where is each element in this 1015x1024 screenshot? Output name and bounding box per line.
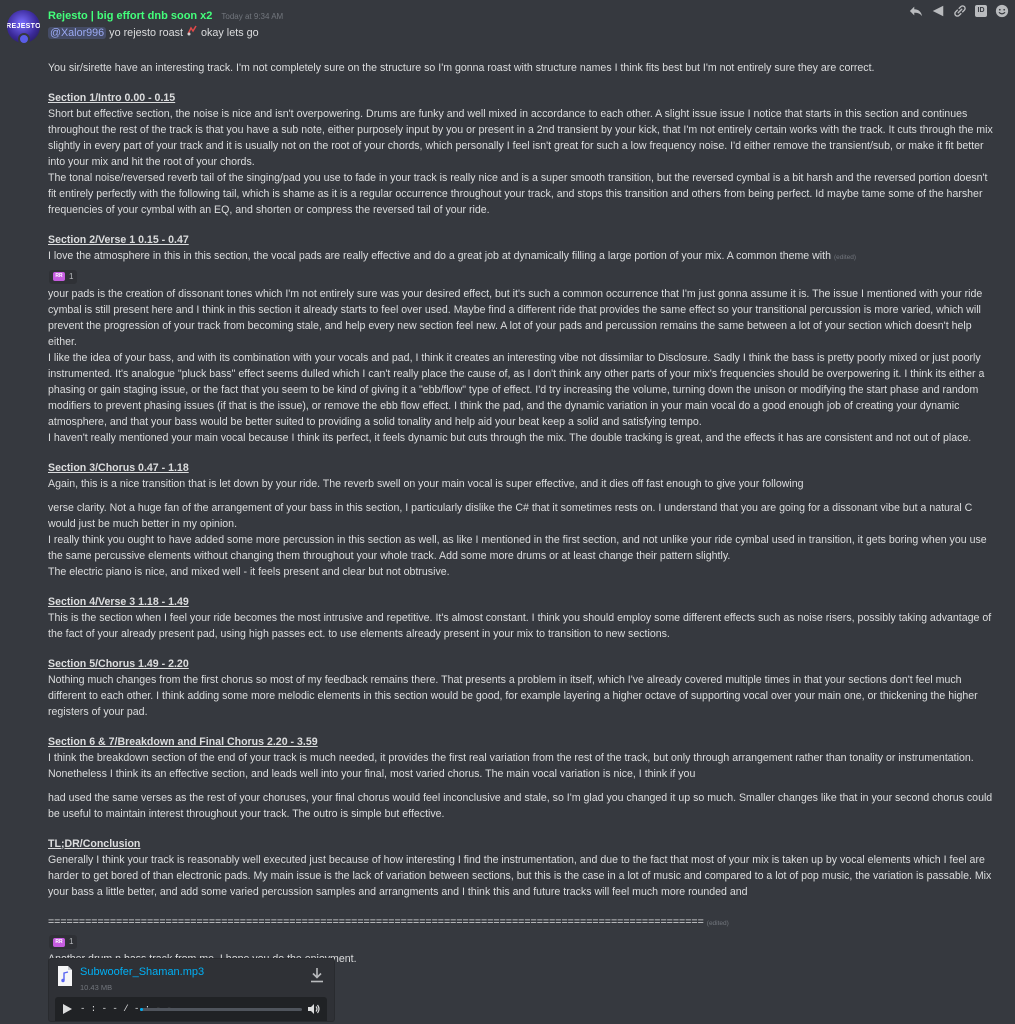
reply-text-tail: okay lets go <box>198 27 259 39</box>
section-4-paragraph: This is the section when I feel your rid… <box>48 611 992 640</box>
section-2-paragraph: I haven't really mentioned your main voc… <box>48 431 972 444</box>
intro-paragraph: You sir/sirette have an interesting trac… <box>48 62 875 74</box>
volume-icon[interactable] <box>307 1002 321 1016</box>
emoji-icon[interactable] <box>995 4 1009 18</box>
reaction-count: 1 <box>69 937 74 946</box>
section-3-paragraph: The electric piano is nice, and mixed we… <box>48 565 450 578</box>
section-1-paragraph: The tonal noise/reversed reverb tail of … <box>48 172 988 216</box>
edited-label: (edited) <box>706 919 729 927</box>
section-6-heading: Section 6 & 7/Breakdown and Final Chorus… <box>48 735 318 748</box>
section-5-heading: Section 5/Chorus 1.49 - 2.20 <box>48 657 189 670</box>
message-actions: ID <box>909 2 1009 20</box>
timestamp: Today at 9:34 AM <box>221 12 284 21</box>
section-3-heading: Section 3/Chorus 0.47 - 1.18 <box>48 461 189 474</box>
section-4-heading: Section 4/Verse 3 1.18 - 1.49 <box>48 595 189 608</box>
audio-player: - : - - / - : - - <box>55 997 327 1021</box>
section-6-paragraph: had used the same verses as the rest of … <box>48 791 993 820</box>
section-2-paragraph: your pads is the creation of dissonant t… <box>48 287 983 348</box>
status-badge <box>18 33 30 45</box>
conclusion-heading: TL;DR/Conclusion <box>48 837 141 850</box>
divider-text: ========================================… <box>48 915 704 928</box>
reply-icon[interactable] <box>909 4 923 18</box>
reply-text: yo rejesto roast <box>106 27 186 39</box>
message-header: Rejesto | big effort dnb soon x2 Today a… <box>48 8 283 25</box>
user-mention[interactable]: @Xalor996 <box>48 27 107 39</box>
section-1-heading: Section 1/Intro 0.00 - 0.15 <box>48 92 176 104</box>
section-2-text: I love the atmosphere in this in this se… <box>48 250 831 262</box>
play-icon[interactable] <box>63 1004 72 1014</box>
audio-file-icon <box>58 966 72 986</box>
link-icon[interactable] <box>953 4 967 18</box>
file-name-link[interactable]: Subwoofer_Shaman.mp3 <box>80 964 204 980</box>
username[interactable]: Rejesto | big effort dnb soon x2 <box>48 10 212 22</box>
download-icon[interactable] <box>310 967 324 983</box>
edited-label: (edited) <box>833 254 857 261</box>
audio-attachment: Subwoofer_Shaman.mp3 10.43 MB - : - - / … <box>48 958 335 1022</box>
divider-line: ========================================… <box>48 914 993 932</box>
conclusion-paragraph: Generally I think your track is reasonab… <box>48 853 992 898</box>
reply-line: @Xalor996 yo rejesto roast okay lets go <box>48 25 259 41</box>
section-3-paragraph: I really think you ought to have added s… <box>48 533 987 562</box>
reaction-button[interactable]: RR 1 <box>49 269 78 284</box>
section-6-paragraph: I think the breakdown section of the end… <box>48 751 974 780</box>
section-2-heading: Section 2/Verse 1 0.15 - 0.47 <box>48 234 189 246</box>
section-1-paragraph: Short but effective section, the noise i… <box>48 108 993 168</box>
section-5-paragraph: Nothing much changes from the first chor… <box>48 673 978 718</box>
section-3-paragraph: Again, this is a nice transition that is… <box>48 477 804 490</box>
progress-fill <box>140 1008 144 1011</box>
reaction-count: 1 <box>69 271 74 281</box>
section-2-paragraph: I like the idea of your bass, and with i… <box>48 351 985 428</box>
file-size: 10.43 MB <box>80 983 113 992</box>
id-icon[interactable]: ID <box>975 5 987 17</box>
playback-progress[interactable] <box>140 1008 302 1011</box>
reaction-emoji-icon: RR <box>53 272 65 281</box>
flag-icon[interactable] <box>931 4 945 18</box>
reaction-button[interactable]: RR 1 <box>49 935 78 949</box>
section-3-paragraph: verse clarity. Not a huge fan of the arr… <box>48 501 973 530</box>
reaction-emoji-icon: RR <box>53 937 65 947</box>
message-body: You sir/sirette have an interesting trac… <box>48 60 993 967</box>
section-2-paragraph: I love the atmosphere in this in this se… <box>48 248 993 266</box>
custom-emoji-icon <box>186 25 198 39</box>
